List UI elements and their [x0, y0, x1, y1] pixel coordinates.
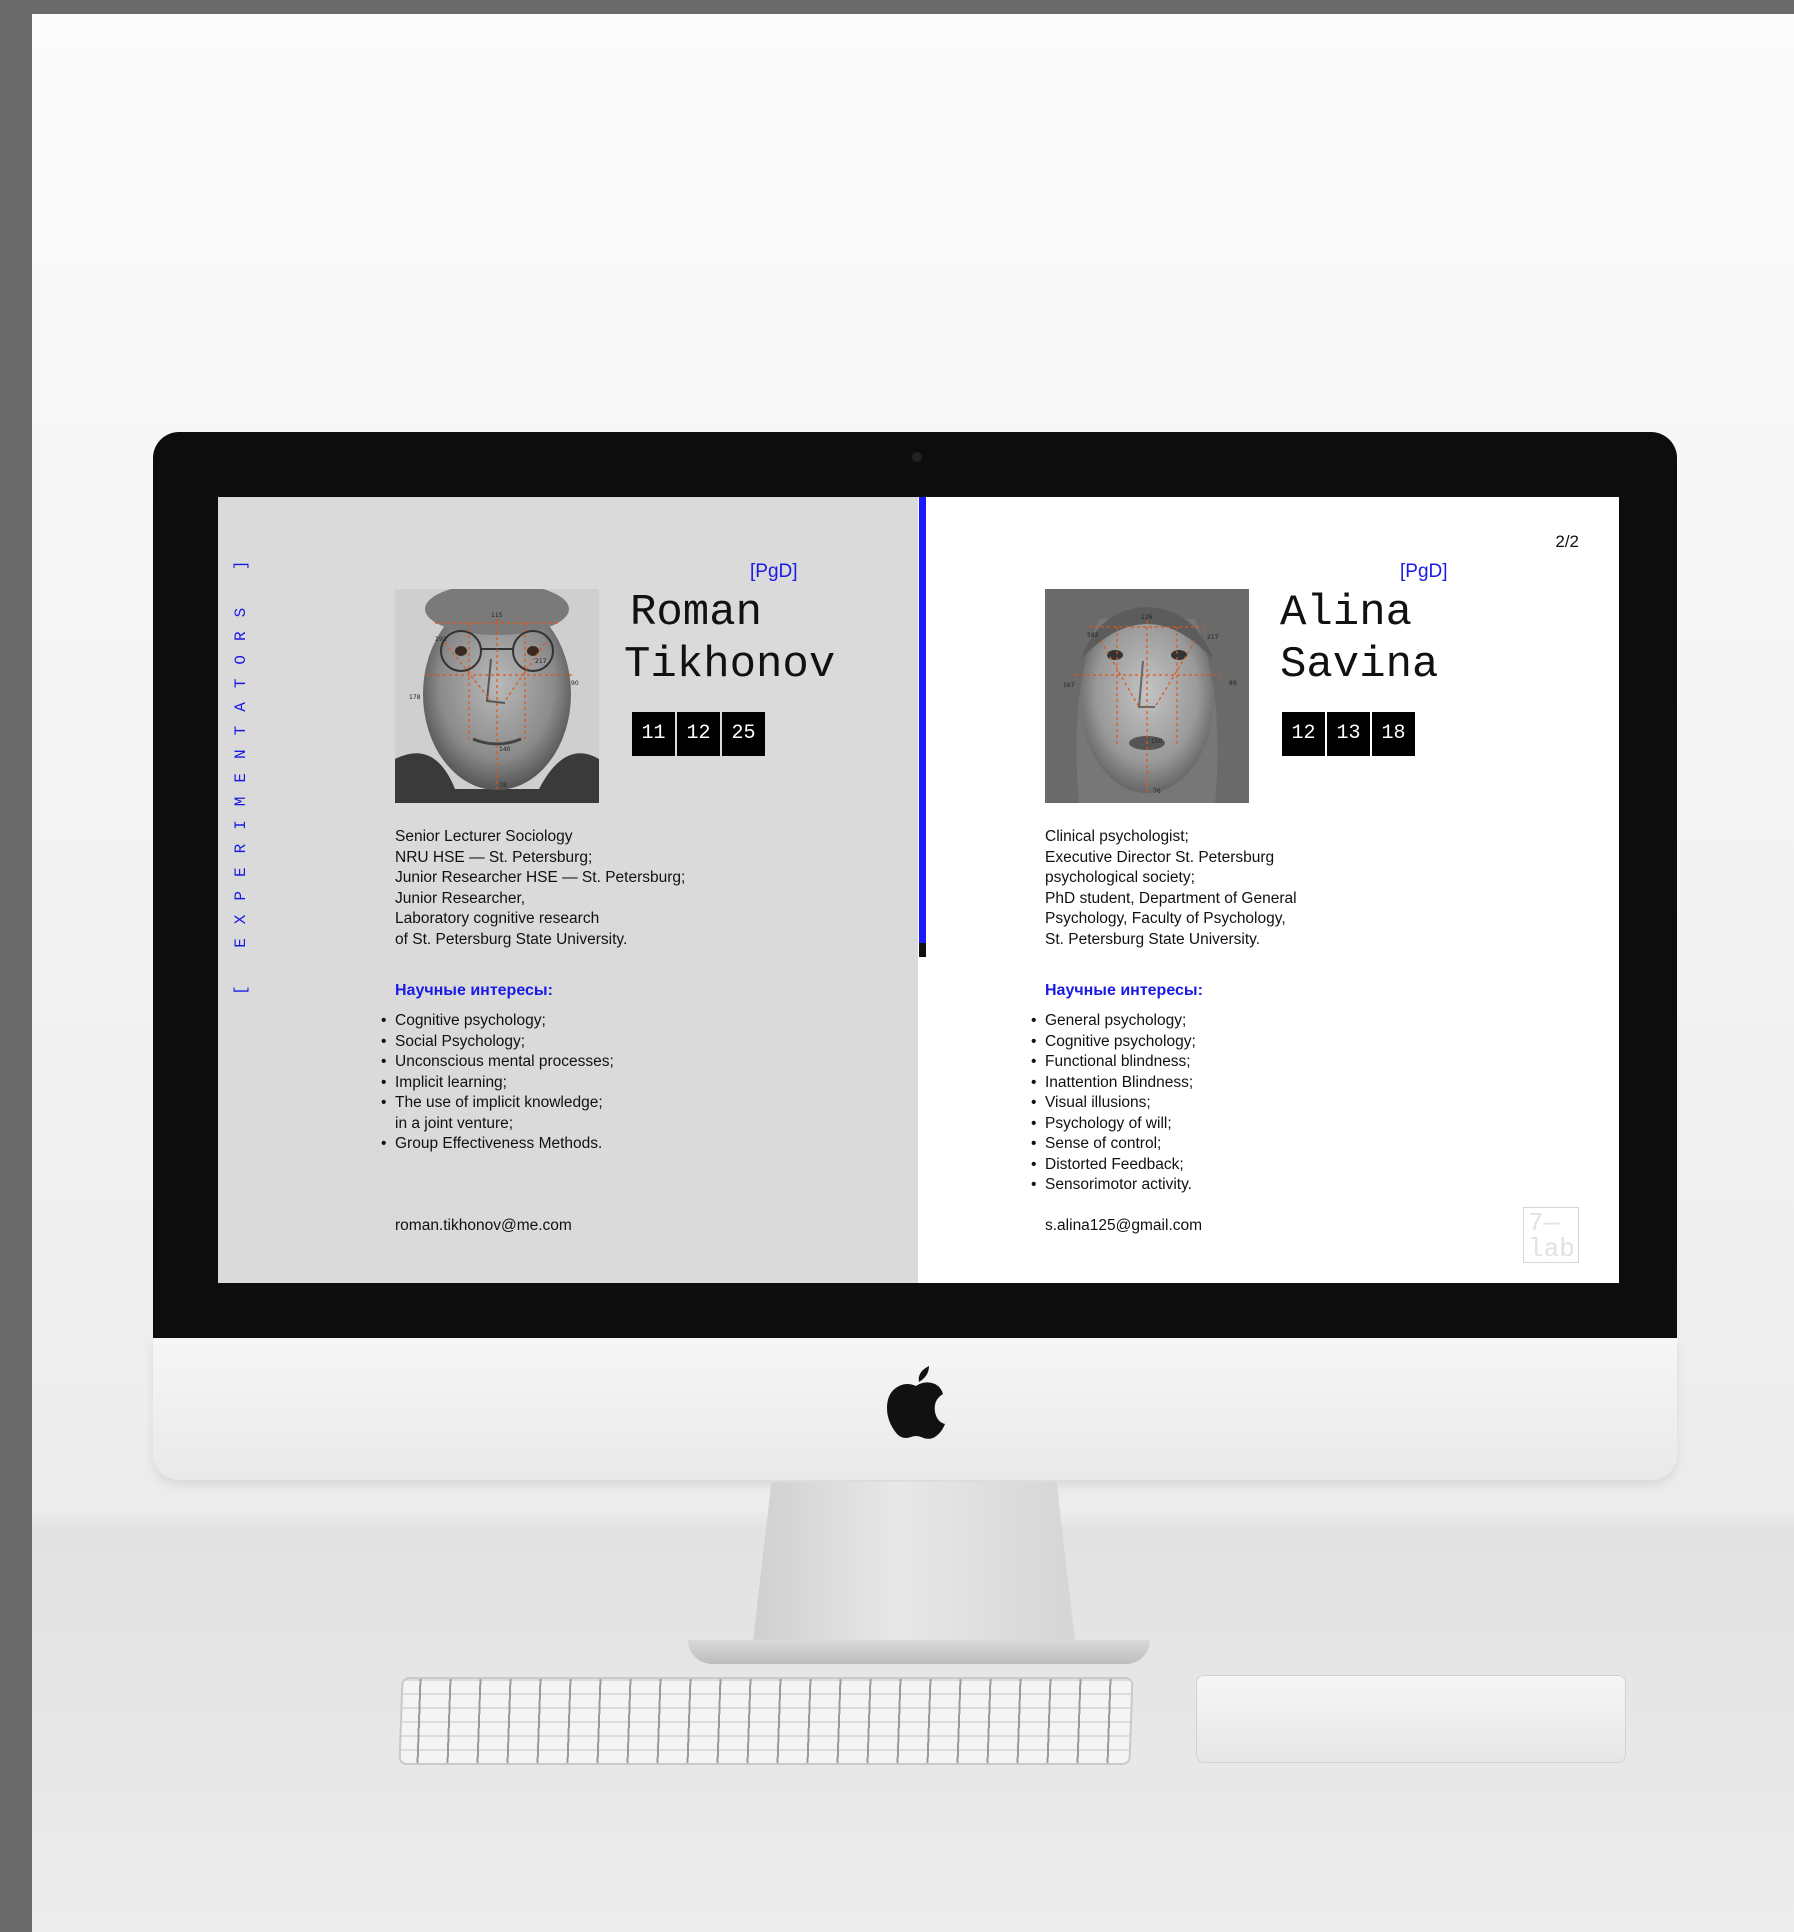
lab-logo: 7— lab	[1523, 1207, 1579, 1263]
list-item: • Psychology of will;	[1031, 1114, 1172, 1132]
list-item: • Distorted Feedback;	[1031, 1155, 1184, 1173]
bio-line: NRU HSE — St. Petersburg;	[395, 848, 593, 866]
measurement-label: 90	[571, 680, 579, 687]
last-name: Savina	[1280, 640, 1439, 690]
interests-list: • General psychology; • Cognitive psycholo…	[1031, 1011, 1196, 1196]
measurement-label: 592	[1087, 632, 1099, 639]
code-badge: 18	[1372, 712, 1415, 756]
trackpad	[1196, 1675, 1626, 1763]
face-photo: 126 592 217 167 89 150 76	[1045, 589, 1249, 803]
face-photo: 115 192 217 178 90 140 78	[395, 589, 599, 803]
bio-line: PhD student, Department of General	[1045, 889, 1297, 907]
measurement-label: 115	[491, 612, 503, 619]
interests-heading: Научные интересы:	[1045, 982, 1203, 999]
measurement-label: 178	[409, 694, 421, 701]
code-badges: 11 12 25	[632, 712, 765, 756]
person-name: Roman Tikhonov	[624, 587, 835, 691]
face-photo-graphic: 115 192 217 178 90 140 78	[395, 589, 599, 803]
bio-text: Clinical psychologist; Executive Directo…	[1045, 827, 1297, 950]
bio-line: Junior Researcher HSE — St. Petersburg;	[395, 869, 686, 886]
list-item: • Functional blindness;	[1031, 1053, 1191, 1070]
code-badge: 12	[677, 712, 720, 756]
last-name: Tikhonov	[624, 640, 836, 690]
first-name: Roman	[630, 588, 763, 638]
list-item: • The use of implicit knowledge;	[381, 1094, 603, 1111]
bio-line: psychological society;	[1045, 869, 1195, 886]
bio-line: Executive Director St. Petersburg	[1045, 848, 1275, 866]
list-item: • Visual illusions;	[1031, 1094, 1151, 1111]
keyboard	[398, 1677, 1134, 1765]
measurement-label: 167	[1063, 682, 1075, 689]
list-item: • Cognitive psychology;	[1031, 1032, 1196, 1050]
measurement-label: 126	[1141, 614, 1153, 621]
interests-list: • Cognitive psychology; • Social Psycholog…	[381, 1011, 614, 1155]
profile-card-roman: [PgD] 115 192 217 178 90 140 78 Roman Ti…	[218, 497, 878, 1283]
person-name: Alina Savina	[1274, 587, 1438, 691]
measurement-label: 217	[535, 658, 547, 665]
monitor-stand	[752, 1482, 1076, 1650]
measurement-label: 76	[1153, 788, 1161, 795]
bio-line: St. Petersburg State University.	[1045, 930, 1261, 948]
page-number: 2/2	[1555, 532, 1579, 551]
code-badge: 12	[1282, 712, 1325, 756]
email-link[interactable]: s.alina125@gmail.com	[1045, 1217, 1202, 1235]
list-item: • Inattention Blindness;	[1031, 1073, 1194, 1091]
measurement-label: 78	[499, 782, 507, 789]
monitor-screen: [ EXPERIMENTATORS ] 2/2 [PgD] 115 192 21…	[218, 497, 1619, 1283]
list-item: • Social Psychology;	[381, 1032, 526, 1050]
list-item: • Sense of control;	[1031, 1135, 1162, 1152]
bio-line: Junior Researcher,	[395, 889, 526, 907]
apple-logo-icon	[887, 1366, 945, 1439]
email-link[interactable]: roman.tikhonov@me.com	[395, 1217, 572, 1235]
measurement-label: 89	[1229, 680, 1237, 687]
code-badge: 13	[1327, 712, 1370, 756]
bio-line: Laboratory cognitive research	[395, 910, 600, 927]
bio-line: of St. Petersburg State University.	[395, 930, 628, 948]
measurement-label: 217	[1207, 634, 1219, 641]
measurement-label: 140	[499, 746, 511, 753]
stand-base	[688, 1640, 1150, 1664]
code-badges: 12 13 18	[1282, 712, 1415, 756]
list-item: • Group Effectiveness Methods.	[381, 1135, 603, 1152]
measurement-label: 192	[435, 636, 447, 643]
list-item: • Unconscious mental processes;	[381, 1053, 614, 1070]
bio-line: Senior Lecturer Sociology	[395, 828, 573, 845]
degree-tag: [PgD]	[750, 561, 798, 582]
bio-line: Psychology, Faculty of Psychology,	[1045, 910, 1286, 927]
interests-heading: Научные интересы:	[395, 982, 553, 999]
measurement-label: 150	[1151, 738, 1163, 745]
first-name: Alina	[1280, 588, 1413, 638]
degree-tag: [PgD]	[1400, 561, 1448, 582]
profile-card-alina: [PgD] 126 592 217 167 89 150 76 Alina Sa…	[868, 497, 1528, 1283]
bio-text: Senior Lecturer Sociology NRU HSE — St. …	[395, 827, 685, 950]
list-item: • Cognitive psychology;	[381, 1012, 546, 1029]
webcam	[912, 452, 922, 462]
list-item: • Sensorimotor activity.	[1031, 1176, 1193, 1193]
list-item: in a joint venture;	[395, 1114, 514, 1132]
bio-line: Clinical psychologist;	[1045, 828, 1189, 845]
list-item: • Implicit learning;	[381, 1073, 507, 1091]
list-item: • General psychology;	[1031, 1012, 1187, 1029]
code-badge: 11	[632, 712, 675, 756]
face-photo-graphic: 126 592 217 167 89 150 76	[1045, 589, 1249, 803]
code-badge: 25	[722, 712, 765, 756]
